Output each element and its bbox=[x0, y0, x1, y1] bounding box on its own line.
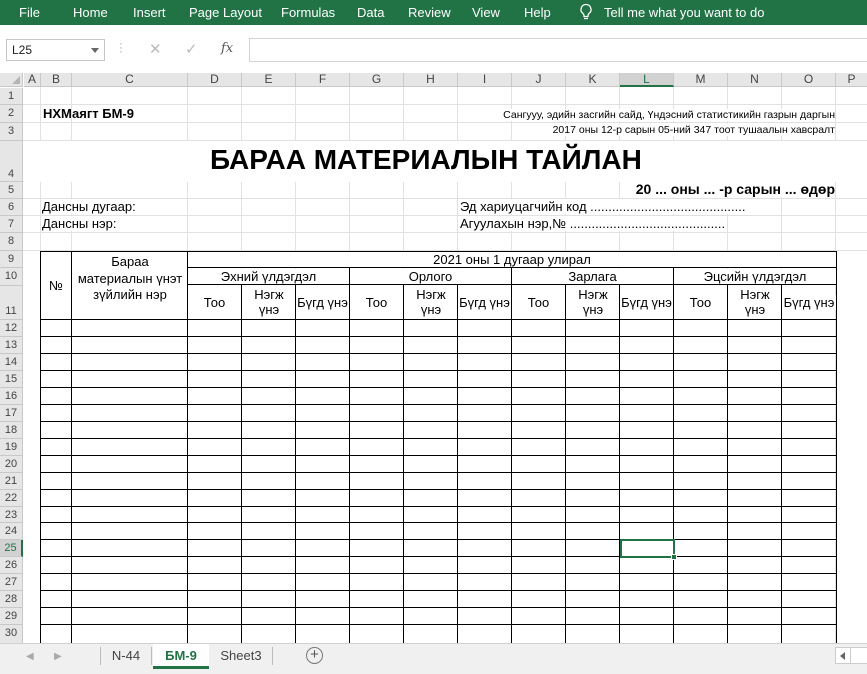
manager-code-label: Эд хариуцагчийн код ....................… bbox=[460, 199, 746, 214]
insert-function-icon[interactable]: fx bbox=[221, 41, 233, 56]
group-expense: Зарлага bbox=[512, 269, 673, 284]
opening-unit-price-header: Нэгж үнэ bbox=[248, 287, 290, 317]
expense-total-header: Бүгд үнэ bbox=[620, 295, 673, 310]
expense-qty-header: Тоо bbox=[512, 295, 565, 310]
scroll-right-icon[interactable]: ▶ bbox=[54, 651, 62, 662]
tab-formulas[interactable]: Formulas bbox=[281, 5, 335, 20]
name-box-value: L25 bbox=[12, 43, 33, 57]
opening-total-header: Бүгд үнэ bbox=[296, 295, 349, 310]
account-number-label: Дансны дугаар: bbox=[42, 199, 136, 214]
scroll-left-icon[interactable]: ◀ bbox=[26, 651, 34, 662]
group-opening-balance: Эхний үлдэгдэл bbox=[188, 269, 349, 284]
account-name-label: Дансны нэр: bbox=[42, 216, 117, 231]
chevron-down-icon[interactable] bbox=[91, 48, 99, 53]
closing-total-header: Бүгд үнэ bbox=[782, 295, 836, 310]
ribbon: File Home Insert Page Layout Formulas Da… bbox=[0, 0, 867, 25]
closing-unit-price-header: Нэгж үнэ bbox=[734, 287, 776, 317]
cancel-icon[interactable]: ✕ bbox=[149, 40, 162, 58]
drag-handle-icon[interactable]: · · · bbox=[118, 39, 124, 58]
report-title: БАРАА МАТЕРИАЛЫН ТАЙЛАН bbox=[210, 144, 642, 175]
name-box[interactable]: L25 bbox=[6, 39, 105, 61]
form-code: НХМаягт БМ-9 bbox=[43, 106, 134, 121]
fill-handle[interactable] bbox=[671, 554, 677, 560]
cell-area[interactable]: НХМаягт БМ-9 Сангууу, эдийн засгийн сайд… bbox=[0, 73, 867, 643]
group-closing-balance: Эцсийн үлдэгдэл bbox=[674, 269, 836, 284]
formula-input[interactable] bbox=[249, 38, 867, 62]
sheet-tab-bm9[interactable]: БМ-9 bbox=[153, 644, 209, 669]
scroll-thumb[interactable] bbox=[850, 648, 867, 663]
period-header: 2021 оны 1 дугаар улирал bbox=[188, 252, 836, 267]
tab-view[interactable]: View bbox=[472, 5, 500, 20]
tab-data[interactable]: Data bbox=[357, 5, 384, 20]
tell-me-search[interactable]: Tell me what you want to do bbox=[604, 5, 764, 20]
tab-insert[interactable]: Insert bbox=[133, 5, 166, 20]
tab-file[interactable]: File bbox=[19, 5, 40, 20]
group-income: Орлого bbox=[350, 269, 511, 284]
col-number-header: № bbox=[41, 278, 71, 293]
sheet-tab-bar: ◀ ▶ N-44 БМ-9 Sheet3 + bbox=[0, 643, 867, 674]
horizontal-scrollbar[interactable] bbox=[835, 647, 867, 664]
tab-home[interactable]: Home bbox=[73, 5, 108, 20]
enter-check-icon[interactable]: ✓ bbox=[185, 40, 198, 58]
formula-bar: L25 · · · ✕ ✓ fx bbox=[0, 25, 867, 73]
income-total-header: Бүгд үнэ bbox=[458, 295, 511, 310]
col-item-name-header: Бараа материалын үнэт зүйлийн нэр bbox=[76, 254, 184, 304]
active-cell-l25[interactable] bbox=[620, 539, 677, 560]
date-line: 20 ... оны ... -р сарын ... өдөр bbox=[635, 181, 835, 197]
warehouse-label: Агуулахын нэр,№ ........................… bbox=[460, 216, 726, 231]
tab-page-layout[interactable]: Page Layout bbox=[189, 5, 262, 20]
sheet-tab-n44[interactable]: N-44 bbox=[104, 644, 148, 669]
closing-qty-header: Тоо bbox=[674, 295, 727, 310]
opening-qty-header: Тоо bbox=[188, 295, 241, 310]
approval-line-2: 2017 оны 12-р сарын 05-ний 347 тоот туша… bbox=[552, 124, 835, 136]
sheet-tab-sheet3[interactable]: Sheet3 bbox=[214, 644, 268, 669]
income-qty-header: Тоо bbox=[350, 295, 403, 310]
expense-unit-price-header: Нэгж үнэ bbox=[572, 287, 614, 317]
lightbulb-icon bbox=[580, 3, 592, 20]
scroll-left-arrow-icon[interactable] bbox=[840, 652, 845, 660]
tab-help[interactable]: Help bbox=[524, 5, 551, 20]
tab-review[interactable]: Review bbox=[408, 5, 451, 20]
income-unit-price-header: Нэгж үнэ bbox=[410, 287, 452, 317]
add-sheet-icon[interactable]: + bbox=[306, 647, 323, 664]
approval-line-1: Сангууу, эдийн засгийн сайд, Үндэсний ст… bbox=[503, 109, 835, 121]
